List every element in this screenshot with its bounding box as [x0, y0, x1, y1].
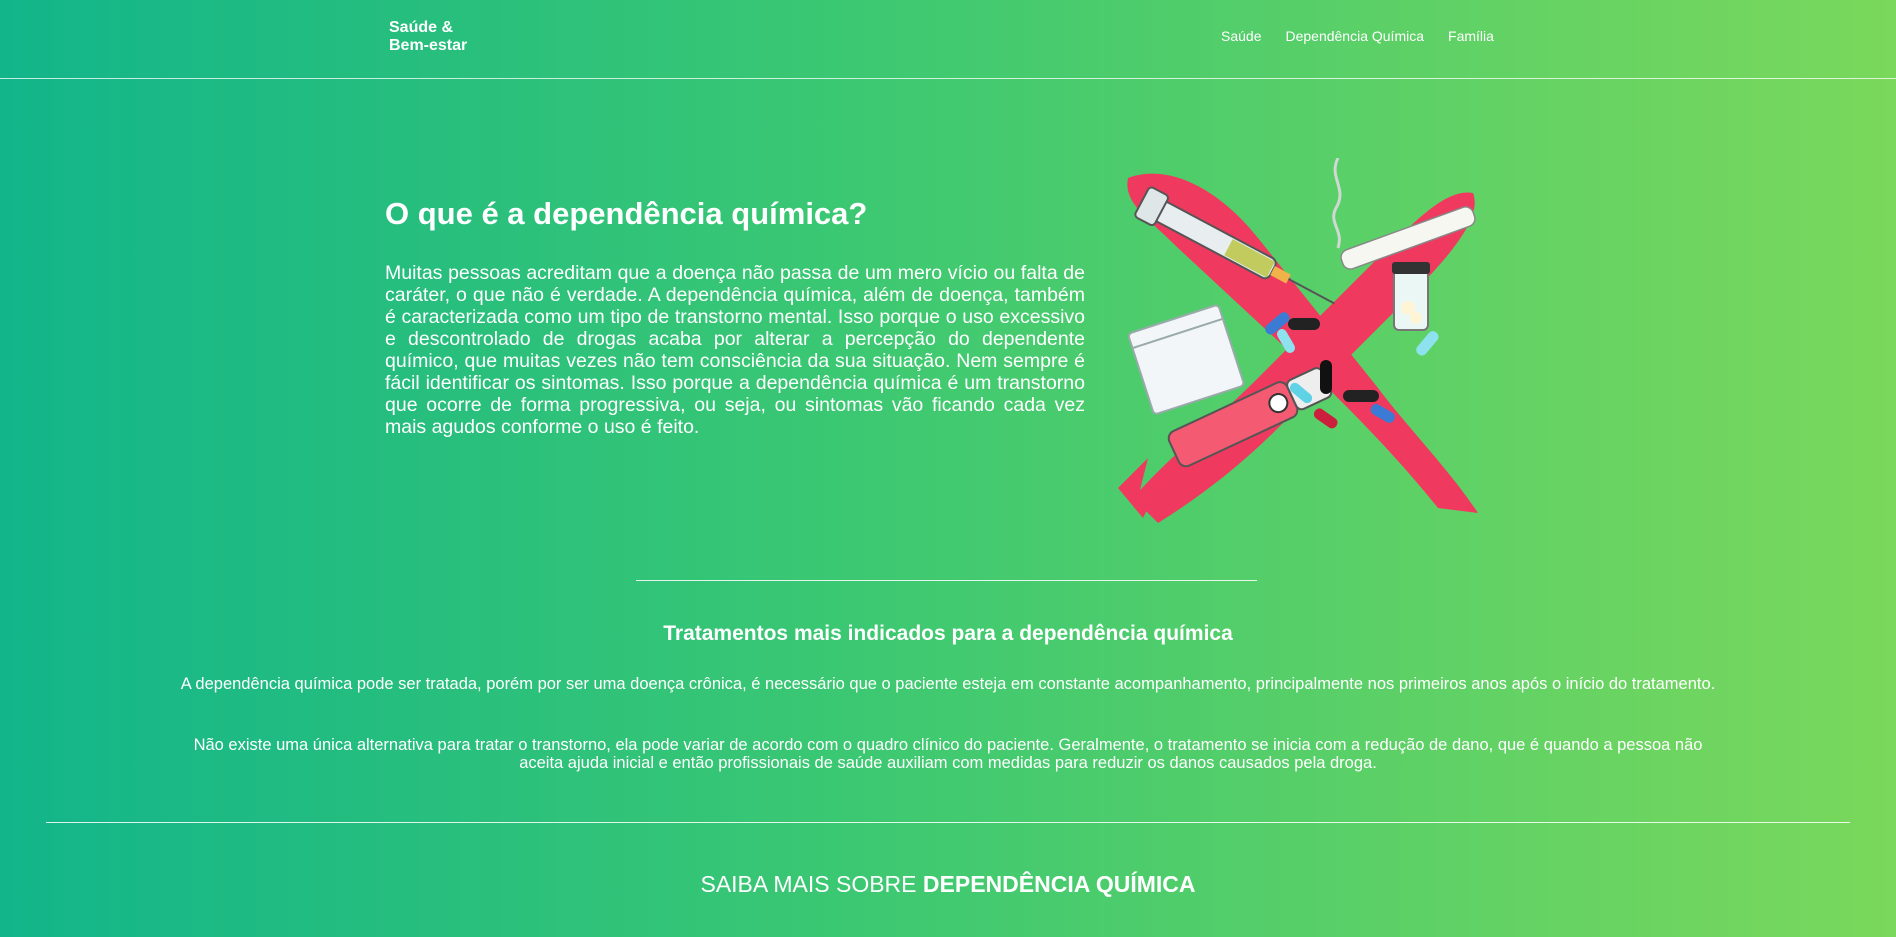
hero-section: O que é a dependência química? Muitas pe…: [385, 196, 1085, 438]
treatments-title: Tratamentos mais indicados para a depend…: [663, 622, 1233, 645]
hero-title: O que é a dependência química?: [385, 196, 868, 231]
learn-more-prefix: SAIBA MAIS SOBRE: [700, 871, 923, 897]
treatments-paragraph-2: Não existe uma única alternativa para tr…: [193, 736, 1703, 772]
section-divider-short: [636, 580, 1257, 581]
learn-more-link[interactable]: SAIBA MAIS SOBRE DEPENDÊNCIA QUÍMICA: [0, 871, 1896, 898]
nav-link-saude[interactable]: Saúde: [1221, 28, 1261, 44]
section-divider-long: [46, 822, 1850, 823]
nav-link-dependencia-quimica[interactable]: Dependência Química: [1285, 28, 1424, 44]
drugs-crossed-out-icon: [1118, 157, 1478, 523]
learn-more-emphasis: DEPENDÊNCIA QUÍMICA: [922, 871, 1196, 897]
brand-logo[interactable]: Saúde & Bem-estar: [389, 19, 509, 55]
brand-line-1: Saúde &: [389, 19, 454, 36]
nav-links: Saúde Dependência Química Família: [1221, 28, 1494, 44]
top-navbar: Saúde & Bem-estar Saúde Dependência Quím…: [0, 0, 1896, 79]
drugs-crossed-out-illustration: [1108, 157, 1508, 528]
treatments-paragraph-1: A dependência química pode ser tratada, …: [180, 675, 1716, 693]
hero-paragraph: Muitas pessoas acreditam que a doença nã…: [385, 262, 1085, 438]
nav-link-familia[interactable]: Família: [1448, 28, 1494, 44]
brand-line-2: Bem-estar: [389, 37, 468, 54]
